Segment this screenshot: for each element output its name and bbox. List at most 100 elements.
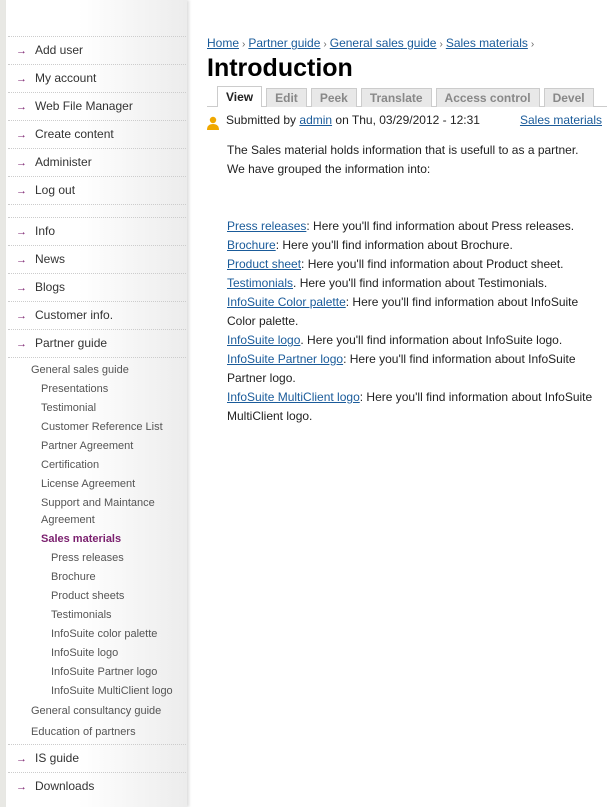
sidebar-item-label: My account bbox=[35, 71, 97, 85]
section-item: Brochure: Here you'll find information a… bbox=[227, 236, 607, 255]
sidebar-item-web-file-manager[interactable]: → Web File Manager bbox=[8, 92, 186, 120]
breadcrumb-general-sales-guide[interactable]: General sales guide bbox=[330, 36, 437, 50]
sidebar-item-add-user[interactable]: → Add user bbox=[8, 36, 186, 64]
sidebar-item-label: Downloads bbox=[35, 779, 95, 793]
intro-line: The Sales material holds information tha… bbox=[227, 143, 579, 157]
sidebar-item-label: Blogs bbox=[35, 280, 66, 294]
sidebar-item-brochure[interactable]: Brochure bbox=[8, 568, 186, 587]
breadcrumb: Home › Partner guide › General sales guide › S… bbox=[207, 36, 607, 50]
section-link-press-releases[interactable]: Press releases bbox=[227, 219, 306, 233]
section-item: InfoSuite logo. Here you'll find informa… bbox=[227, 331, 607, 350]
breadcrumb-separator: › bbox=[242, 39, 246, 50]
sidebar-item-sales-materials[interactable]: Sales materials bbox=[8, 530, 186, 549]
sidebar-item-label: Customer info. bbox=[35, 308, 114, 322]
sidebar-nav: → Add user → My account → Web File Manager → Cr… bbox=[8, 36, 186, 800]
section-link-infosuite-logo[interactable]: InfoSuite logo bbox=[227, 333, 300, 347]
sidebar-item-customer-reference-list[interactable]: Customer Reference List bbox=[8, 418, 186, 437]
tab-access-control[interactable]: Access control bbox=[435, 88, 540, 107]
sidebar-item-info[interactable]: → Info bbox=[8, 217, 186, 245]
sidebar-item-customer-info[interactable]: → Customer info. bbox=[8, 301, 186, 329]
tab-peek[interactable]: Peek bbox=[310, 88, 357, 107]
arrow-right-icon: → bbox=[16, 157, 27, 169]
category-link[interactable]: Sales materials bbox=[520, 113, 602, 127]
tab-bar: View Edit Peek Translate Access control Devel bbox=[207, 86, 607, 107]
section-description: . Here you'll find information about Tes… bbox=[293, 276, 548, 290]
sidebar-item-education-of-partners[interactable]: Education of partners bbox=[8, 723, 186, 742]
sidebar-item-create-content[interactable]: → Create content bbox=[8, 120, 186, 148]
breadcrumb-separator: › bbox=[530, 39, 535, 50]
sidebar-item-label: IS guide bbox=[35, 751, 80, 765]
sidebar-item-presentations[interactable]: Presentations bbox=[8, 380, 186, 399]
sidebar-item-blogs[interactable]: → Blogs bbox=[8, 273, 186, 301]
sidebar-item-label: Partner guide bbox=[35, 336, 108, 350]
section-link-infosuite-multiclient-logo[interactable]: InfoSuite MultiClient logo bbox=[227, 390, 360, 404]
sidebar-item-administer[interactable]: → Administer bbox=[8, 148, 186, 176]
breadcrumb-partner-guide[interactable]: Partner guide bbox=[248, 36, 320, 50]
section-item: InfoSuite Partner logo: Here you'll find… bbox=[227, 350, 607, 388]
breadcrumb-sales-materials[interactable]: Sales materials bbox=[446, 36, 528, 50]
breadcrumb-separator: › bbox=[439, 39, 443, 50]
sidebar-item-product-sheets[interactable]: Product sheets bbox=[8, 587, 186, 606]
section-link-brochure[interactable]: Brochure bbox=[227, 238, 276, 252]
section-item: InfoSuite Color palette: Here you'll fin… bbox=[227, 293, 607, 331]
sidebar-item-infosuite-multiclient-logo[interactable]: InfoSuite MultiClient logo bbox=[8, 682, 186, 701]
page-title: Introduction bbox=[207, 54, 353, 82]
section-description: : Here you'll find information about Pre… bbox=[306, 219, 575, 233]
submitted-info: Submitted by admin on Thu, 03/29/2012 - … bbox=[207, 113, 607, 133]
section-link-testimonials[interactable]: Testimonials bbox=[227, 276, 293, 290]
breadcrumb-separator: › bbox=[323, 39, 327, 50]
sidebar-item-certification[interactable]: Certification bbox=[8, 456, 186, 475]
section-description: : Here you'll find information about Bro… bbox=[275, 238, 513, 252]
tab-translate[interactable]: Translate bbox=[360, 88, 432, 107]
section-description: : Here you'll find information about Pro… bbox=[301, 257, 564, 271]
sidebar-item-press-releases[interactable]: Press releases bbox=[8, 549, 186, 568]
arrow-right-icon: → bbox=[16, 129, 27, 141]
intro-text: The Sales material holds information tha… bbox=[207, 141, 607, 179]
sidebar-item-infosuite-partner-logo[interactable]: InfoSuite Partner logo bbox=[8, 663, 186, 682]
sidebar-item-label: Add user bbox=[35, 43, 84, 57]
sidebar-item-infosuite-color-palette[interactable]: InfoSuite color palette bbox=[8, 625, 186, 644]
sidebar-item-partner-agreement[interactable]: Partner Agreement bbox=[8, 437, 186, 456]
arrow-right-icon: → bbox=[16, 753, 27, 765]
sidebar-item-downloads[interactable]: → Downloads bbox=[8, 772, 186, 800]
sidebar-item-label: Info bbox=[35, 224, 56, 238]
sidebar-item-partner-guide[interactable]: → Partner guide bbox=[8, 329, 186, 357]
arrow-right-icon: → bbox=[16, 254, 27, 266]
sidebar-item-label: Create content bbox=[35, 127, 114, 141]
submitted-label: Submitted by bbox=[226, 113, 297, 127]
sidebar-item-testimonials[interactable]: Testimonials bbox=[8, 606, 186, 625]
section-list: Press releases: Here you'll find informa… bbox=[207, 217, 607, 426]
sidebar-item-label: Web File Manager bbox=[35, 99, 133, 113]
sidebar-item-label: News bbox=[35, 252, 66, 266]
sidebar-item-license-agreement[interactable]: License Agreement bbox=[8, 475, 186, 494]
section-link-infosuite-partner-logo[interactable]: InfoSuite Partner logo bbox=[227, 352, 343, 366]
tab-view[interactable]: View bbox=[217, 86, 263, 107]
sidebar-item-infosuite-logo[interactable]: InfoSuite logo bbox=[8, 644, 186, 663]
sidebar-item-label: Administer bbox=[35, 155, 92, 169]
section-link-product-sheet[interactable]: Product sheet bbox=[227, 257, 301, 271]
sidebar-item-testimonial[interactable]: Testimonial bbox=[8, 399, 186, 418]
tab-edit[interactable]: Edit bbox=[266, 88, 307, 107]
arrow-right-icon: → bbox=[16, 45, 27, 57]
arrow-right-icon: → bbox=[16, 781, 27, 793]
sidebar-item-is-guide[interactable]: → IS guide bbox=[8, 744, 186, 772]
arrow-right-icon: → bbox=[16, 226, 27, 238]
arrow-right-icon: → bbox=[16, 310, 27, 322]
breadcrumb-home[interactable]: Home bbox=[207, 36, 239, 50]
sidebar-item-log-out[interactable]: → Log out bbox=[8, 176, 186, 204]
divider bbox=[8, 204, 186, 217]
sidebar-item-news[interactable]: → News bbox=[8, 245, 186, 273]
arrow-right-icon: → bbox=[16, 282, 27, 294]
author-link[interactable]: admin bbox=[299, 113, 332, 127]
section-item: Product sheet: Here you'll find informat… bbox=[227, 255, 607, 274]
section-item: Testimonials. Here you'll find informati… bbox=[227, 274, 607, 293]
sidebar-item-my-account[interactable]: → My account bbox=[8, 64, 186, 92]
submitted-date: on Thu, 03/29/2012 - 12:31 bbox=[335, 113, 480, 127]
tab-devel[interactable]: Devel bbox=[543, 88, 594, 107]
sidebar-item-general-consultancy-guide[interactable]: General consultancy guide bbox=[8, 702, 186, 721]
sidebar-item-general-sales-guide[interactable]: General sales guide bbox=[8, 361, 186, 380]
sidebar-item-support-and-maintance-agreement[interactable]: Support and Maintance Agreement bbox=[8, 494, 186, 530]
section-description: . Here you'll find information about Inf… bbox=[300, 333, 563, 347]
section-link-infosuite-color-palette[interactable]: InfoSuite Color palette bbox=[227, 295, 346, 309]
arrow-right-icon: → bbox=[16, 338, 27, 350]
